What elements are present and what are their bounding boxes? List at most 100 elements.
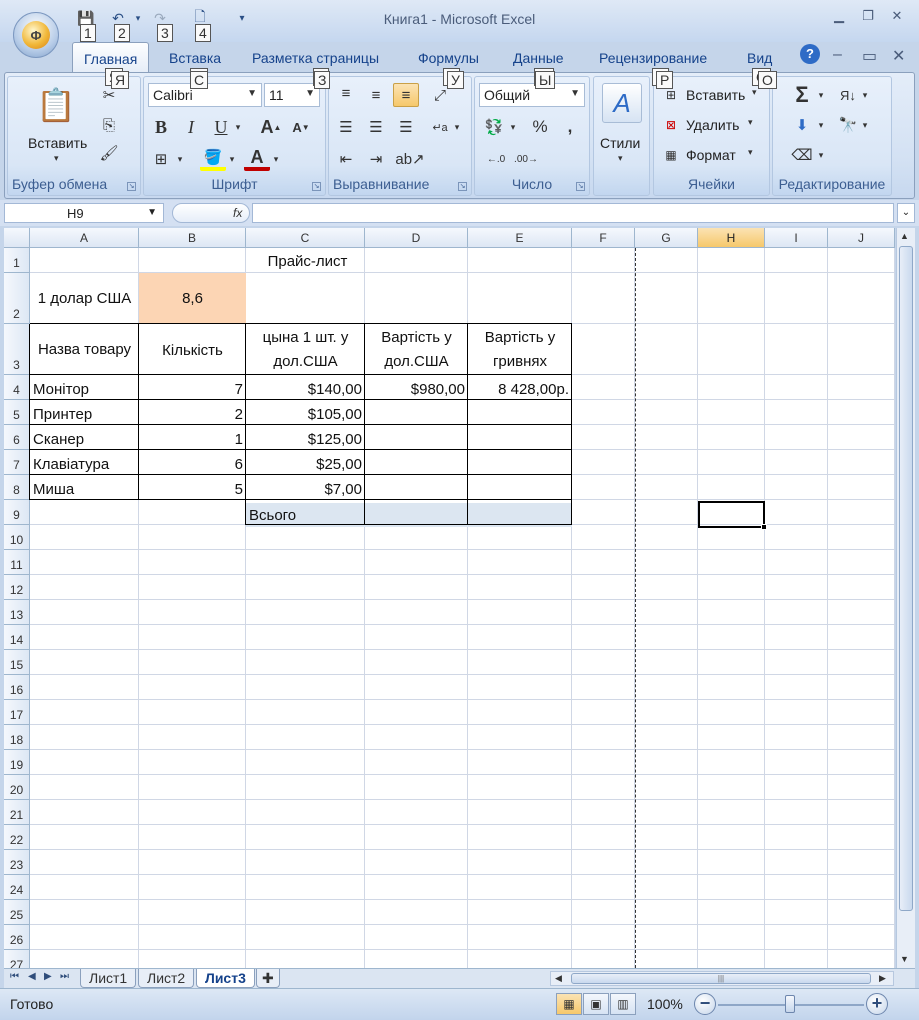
restore-icon[interactable]: ❐ (856, 8, 880, 26)
row-header-18[interactable]: 18 (4, 725, 30, 750)
prev-sheet-icon[interactable]: ◀ (28, 971, 36, 982)
cell-b8[interactable]: 5 (139, 477, 246, 502)
increase-indent-icon[interactable]: ⇥ (363, 147, 389, 171)
fill-color-dropdown-icon[interactable]: ▾ (226, 147, 238, 171)
format-cells-button[interactable]: Формат (686, 147, 736, 163)
cell-a8[interactable]: Миша (30, 477, 139, 502)
cell-a3[interactable]: Назва товару (30, 325, 139, 375)
increase-decimal-icon[interactable]: ←.0 (483, 147, 509, 171)
text-angle-icon[interactable]: ab↗ (395, 147, 424, 171)
fill-icon[interactable]: ⬇ (789, 113, 815, 137)
row-header-12[interactable]: 12 (4, 575, 30, 600)
currency-format-icon[interactable]: 💱 (481, 115, 507, 139)
decrease-decimal-icon[interactable]: .00→ (513, 147, 539, 171)
sort-filter-icon[interactable]: Я↓ (835, 83, 861, 107)
cell-d3[interactable]: Вартість у дол.США (365, 325, 468, 375)
scroll-left-icon[interactable]: ◀ (555, 973, 562, 984)
underline-dropdown-icon[interactable]: ▾ (232, 115, 244, 139)
find-select-icon[interactable]: 🔭 (835, 113, 861, 137)
italic-icon[interactable]: I (178, 115, 204, 139)
align-bottom-icon[interactable]: ≡ (393, 83, 419, 107)
zoom-in-icon[interactable]: + (866, 993, 888, 1015)
column-header-c[interactable]: C (246, 228, 365, 248)
scroll-up-icon[interactable]: ▲ (900, 231, 909, 241)
horizontal-scroll-thumb[interactable]: ||| (571, 973, 871, 984)
tab-formulas[interactable]: Формулы (418, 50, 479, 66)
row-header-4[interactable]: 4 (4, 375, 30, 400)
sheet-tab-3[interactable]: Лист3 (196, 969, 255, 988)
font-launcher-icon[interactable]: ↘ (312, 182, 321, 191)
cell-e4[interactable]: 8 428,00р. (468, 377, 572, 402)
format-painter-icon[interactable]: 🖌 (96, 141, 122, 165)
shrink-font-icon[interactable]: A ▼ (288, 115, 314, 139)
select-all-corner[interactable] (4, 228, 30, 248)
cell-d4[interactable]: $980,00 (365, 377, 468, 402)
bold-icon[interactable]: B (148, 115, 174, 139)
cell-c6[interactable]: $125,00 (246, 427, 365, 452)
insert-function-button[interactable]: fx (172, 203, 250, 223)
column-header-d[interactable]: D (365, 228, 468, 248)
sheet-tab-2[interactable]: Лист2 (138, 969, 195, 988)
paste-dropdown-icon[interactable]: ▾ (54, 153, 59, 164)
align-top-icon[interactable]: ≡ (333, 81, 359, 105)
column-header-g[interactable]: G (635, 228, 698, 248)
find-dropdown-icon[interactable]: ▾ (859, 113, 871, 137)
autosum-dropdown-icon[interactable]: ▾ (815, 83, 827, 107)
tab-view[interactable]: Вид (747, 50, 772, 66)
cell-c3[interactable]: цына 1 шт. у дол.США (246, 325, 365, 375)
row-header-5[interactable]: 5 (4, 400, 30, 425)
cell-e3[interactable]: Вартість у гривнях (468, 325, 572, 375)
cell-a6[interactable]: Сканер (30, 427, 139, 452)
number-launcher-icon[interactable]: ↘ (576, 182, 585, 191)
expand-formula-bar-icon[interactable]: ⌄ (897, 203, 915, 223)
delete-cells-button[interactable]: Удалить (686, 117, 739, 133)
vertical-scroll-thumb[interactable] (899, 246, 913, 911)
row-header-9[interactable]: 9 (4, 500, 30, 525)
workbook-restore-icon[interactable]: ▭ (862, 46, 877, 66)
workbook-close-icon[interactable]: ✕ (892, 46, 905, 66)
row-header-15[interactable]: 15 (4, 650, 30, 675)
scroll-right-icon[interactable]: ▶ (879, 973, 886, 984)
first-sheet-icon[interactable]: ⏮ (10, 971, 19, 982)
cell-b5[interactable]: 2 (139, 402, 246, 427)
row-header-17[interactable]: 17 (4, 700, 30, 725)
align-middle-icon[interactable]: ≡ (363, 83, 389, 107)
delete-cells-icon[interactable]: ⊠ (658, 113, 684, 137)
next-sheet-icon[interactable]: ▶ (44, 971, 52, 982)
row-header-27[interactable]: 27 (4, 950, 30, 968)
help-icon[interactable]: ? (800, 44, 820, 64)
sort-dropdown-icon[interactable]: ▾ (859, 83, 871, 107)
row-header-7[interactable]: 7 (4, 450, 30, 475)
underline-icon[interactable]: U (208, 115, 234, 139)
workbook-minimize-icon[interactable]: – (833, 46, 842, 64)
alignment-launcher-icon[interactable]: ↘ (458, 182, 467, 191)
sheet-tab-1[interactable]: Лист1 (80, 969, 137, 988)
font-color-dropdown-icon[interactable]: ▾ (270, 147, 282, 171)
styles-button[interactable]: Стили (600, 135, 640, 151)
grow-font-icon[interactable]: A ▲ (258, 115, 284, 139)
row-header-11[interactable]: 11 (4, 550, 30, 575)
font-size-combo[interactable]: 11 ▼ (264, 83, 320, 107)
cell-a4[interactable]: Монітор (30, 377, 139, 402)
row-header-23[interactable]: 23 (4, 850, 30, 875)
insert-cells-button[interactable]: Вставить (686, 87, 745, 103)
align-center-icon[interactable]: ☰ (363, 115, 389, 139)
cell-c4[interactable]: $140,00 (246, 377, 365, 402)
tab-review[interactable]: Рецензирование (599, 50, 707, 66)
scroll-down-icon[interactable]: ▼ (900, 954, 909, 964)
cell-b3[interactable]: Кількість (139, 338, 246, 363)
row-header-26[interactable]: 26 (4, 925, 30, 950)
autosum-icon[interactable]: Σ (789, 82, 815, 107)
close-icon[interactable]: ✕ (885, 8, 909, 26)
row-header-6[interactable]: 6 (4, 425, 30, 450)
worksheet-grid[interactable]: ABCDEFGHIJ 1 2 3 4 5 6 7 8 9 10 11 12 13 14 15 16 17 18 19… (4, 228, 895, 968)
column-header-j[interactable]: J (828, 228, 895, 248)
cell-c8[interactable]: $7,00 (246, 477, 365, 502)
cell-b6[interactable]: 1 (139, 427, 246, 452)
column-header-i[interactable]: I (765, 228, 828, 248)
percent-style-button[interactable]: % (527, 115, 553, 139)
clear-dropdown-icon[interactable]: ▾ (815, 143, 827, 167)
paste-icon[interactable]: 📋 (34, 83, 78, 127)
last-sheet-icon[interactable]: ⏭ (60, 971, 69, 982)
selected-cell-h9[interactable] (698, 501, 767, 530)
